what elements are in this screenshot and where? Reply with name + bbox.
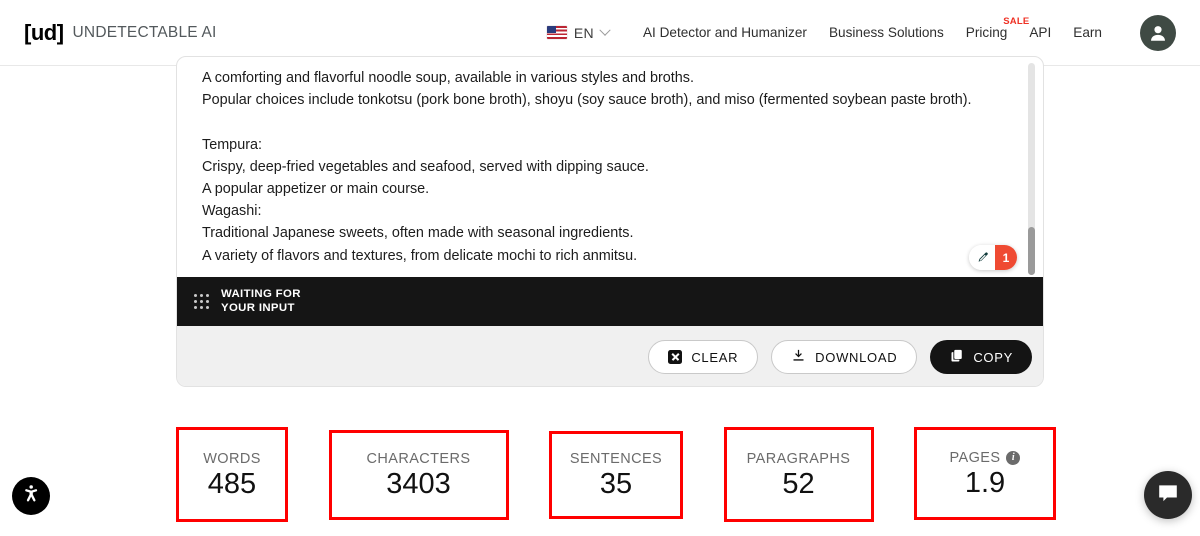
status-bar: WAITING FOR YOUR INPUT (177, 277, 1043, 326)
brand-logo[interactable]: [ud] UNDETECTABLE AI (24, 19, 217, 45)
editor-scrollbar[interactable] (1028, 63, 1035, 275)
clear-button-label: CLEAR (691, 349, 739, 365)
text-statistics: WORDS 485 CHARACTERS 3403 SENTENCES 35 P… (176, 427, 1056, 527)
copy-button-label: COPY (973, 349, 1013, 365)
editor-panel: A comforting and flavorful noodle soup, … (176, 56, 1044, 387)
editor-line-blank (202, 111, 1005, 133)
main-navigation: EN AI Detector and Humanizer Business So… (546, 14, 1176, 51)
stat-label-text: PAGES (949, 449, 1001, 466)
editor-line: Tempura: (202, 136, 262, 153)
stat-value: 1.9 (964, 466, 1006, 499)
chat-bubble-icon (1156, 481, 1180, 510)
language-label: EN (573, 24, 594, 41)
chat-support-button[interactable] (1144, 471, 1192, 519)
stat-value: 3403 (386, 468, 451, 500)
copy-button[interactable]: COPY (930, 340, 1032, 374)
user-avatar-icon[interactable] (1140, 14, 1176, 51)
text-editor-area[interactable]: A comforting and flavorful noodle soup, … (177, 57, 1043, 277)
editor-line: A comforting and flavorful noodle soup, … (202, 70, 694, 86)
status-message: WAITING FOR YOUR INPUT (221, 288, 301, 314)
nav-item-pricing-label: Pricing (965, 25, 1008, 40)
dot-grid-icon (194, 293, 210, 310)
stat-card-pages: PAGES i 1.9 (914, 427, 1056, 520)
sale-badge: SALE (1003, 16, 1030, 27)
editor-actions-bar: CLEAR DOWNLOAD COPY (177, 326, 1043, 386)
grammarly-pen-icon (969, 245, 995, 270)
us-flag-icon (546, 26, 567, 39)
grammar-assistant-badge[interactable]: 1 (969, 245, 1017, 270)
chevron-down-icon (599, 24, 611, 36)
scrollbar-thumb[interactable] (1028, 227, 1035, 275)
info-icon[interactable]: i (1006, 450, 1021, 465)
stat-label: WORDS (203, 450, 261, 467)
copy-icon (949, 348, 964, 366)
download-button[interactable]: DOWNLOAD (771, 340, 918, 374)
stat-label: PARAGRAPHS (746, 450, 851, 467)
stat-value: 485 (207, 467, 257, 500)
editor-line: Crispy, deep-fried vegetables and seafoo… (202, 158, 649, 175)
stat-label: SENTENCES (569, 451, 663, 467)
download-icon (791, 348, 806, 366)
download-button-label: DOWNLOAD (815, 349, 898, 365)
editor-line: Wagashi: (202, 203, 262, 220)
status-line-1: WAITING FOR (221, 288, 301, 301)
close-box-icon (668, 350, 683, 364)
clear-button[interactable]: CLEAR (648, 340, 759, 374)
stat-card-words: WORDS 485 (176, 427, 288, 522)
accessibility-button[interactable] (12, 477, 50, 515)
status-line-2: YOUR INPUT (221, 301, 295, 314)
nav-item-business-solutions[interactable]: Business Solutions (829, 25, 944, 40)
stat-value: 52 (782, 467, 815, 500)
editor-line: A variety of flavors and textures, from … (202, 247, 638, 264)
accessibility-icon (20, 483, 42, 510)
stat-label: PAGES i (950, 450, 1021, 466)
editor-line: A popular appetizer or main course. (202, 181, 430, 197)
nav-item-api[interactable]: API (1029, 25, 1051, 40)
editor-line: Traditional Japanese sweets, often made … (202, 225, 634, 242)
stat-value: 35 (599, 468, 633, 500)
nav-item-earn[interactable]: Earn (1073, 25, 1102, 40)
nav-item-ai-detector[interactable]: AI Detector and Humanizer (643, 25, 807, 40)
stat-label: CHARACTERS (366, 451, 471, 467)
language-selector[interactable]: EN (546, 24, 611, 41)
stat-card-characters: CHARACTERS 3403 (328, 430, 509, 520)
nav-item-pricing[interactable]: Pricing SALE (965, 16, 1029, 40)
stat-card-paragraphs: PARAGRAPHS 52 (723, 427, 874, 522)
editor-line: Popular choices include tonkotsu (pork b… (202, 92, 972, 109)
logo-mark: [ud] (24, 19, 64, 45)
stat-card-sentences: SENTENCES 35 (549, 431, 683, 519)
nav-links: AI Detector and Humanizer Business Solut… (643, 16, 1102, 40)
brand-name: UNDETECTABLE AI (72, 23, 217, 41)
